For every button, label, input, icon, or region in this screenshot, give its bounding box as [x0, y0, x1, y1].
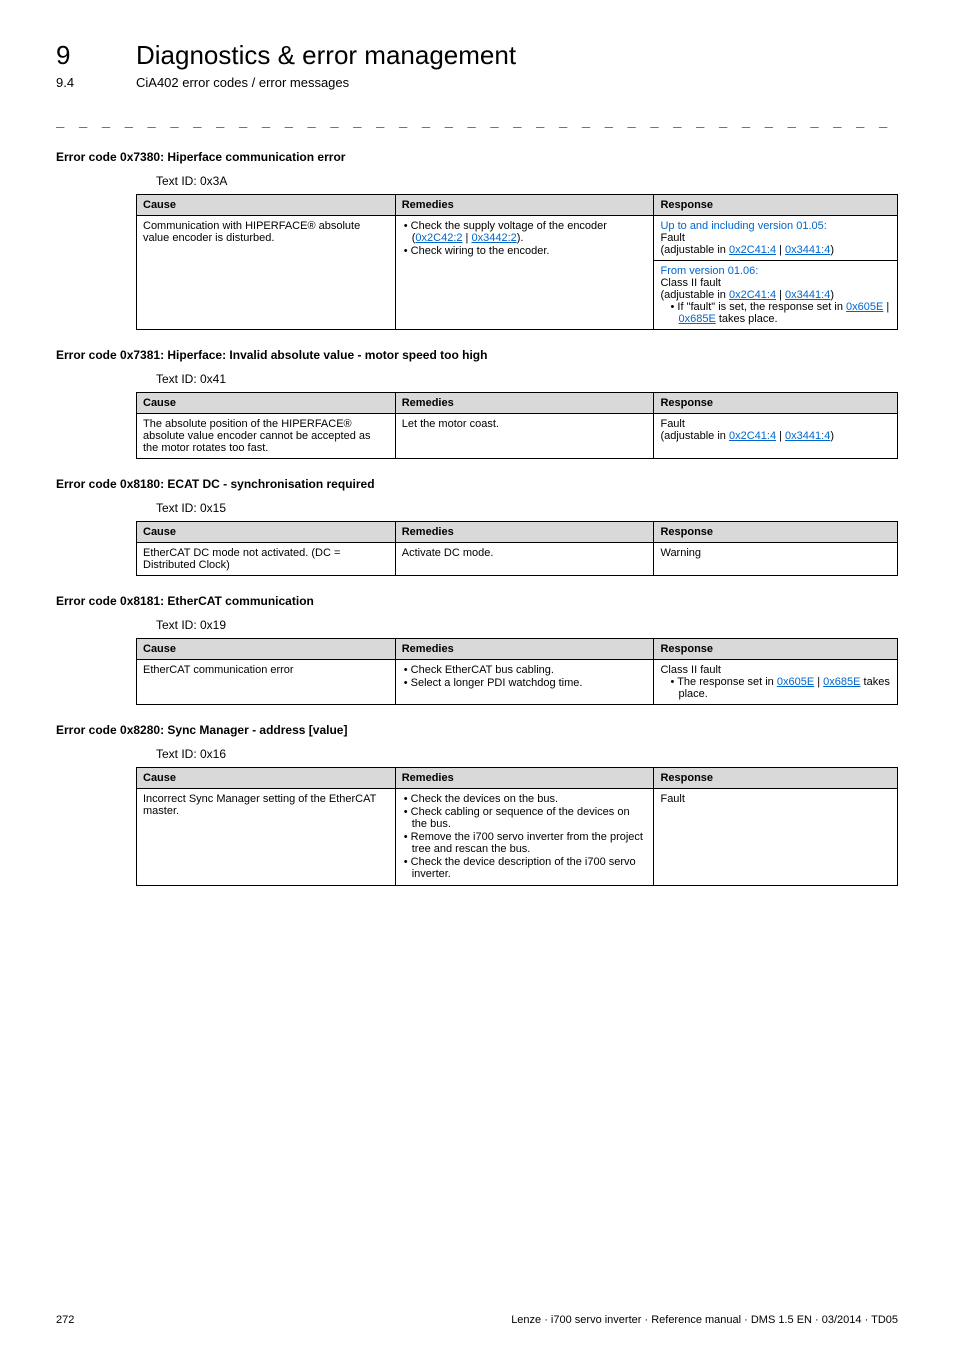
remedy-text: Check the device description of the i700…	[411, 856, 636, 880]
response-text: )	[830, 430, 834, 442]
cell-cause: Incorrect Sync Manager setting of the Et…	[137, 789, 396, 886]
response-bullet: If "fault" is set, the response set in	[677, 301, 846, 313]
th-cause: Cause	[137, 639, 396, 660]
text-id: Text ID: 0x19	[156, 618, 898, 632]
error-table: Cause Remedies Response The absolute pos…	[136, 392, 898, 459]
response-text: Class II fault	[660, 277, 721, 289]
th-cause: Cause	[137, 195, 396, 216]
link[interactable]: 0x3441:4	[785, 289, 830, 301]
response-version: From version 01.06:	[660, 265, 758, 277]
error-title: Error code 0x8280: Sync Manager - addres…	[56, 723, 898, 737]
cell-cause: Communication with HIPERFACE® absolute v…	[137, 216, 396, 330]
th-response: Response	[654, 639, 898, 660]
remedy-text: Check the devices on the bus.	[411, 793, 558, 805]
footer-info: Lenze · i700 servo inverter · Reference …	[511, 1314, 898, 1326]
error-title: Error code 0x7381: Hiperface: Invalid ab…	[56, 348, 898, 362]
th-remedies: Remedies	[395, 639, 654, 660]
response-bullet: The response set in	[677, 676, 777, 688]
remedy-text: Check EtherCAT bus cabling.	[411, 664, 554, 676]
link[interactable]: 0x3441:4	[785, 430, 830, 442]
remedy-text: Select a longer PDI watchdog time.	[411, 677, 583, 689]
link[interactable]: 0x2C42:2	[415, 232, 462, 244]
th-remedies: Remedies	[395, 522, 654, 543]
response-text: (adjustable in	[660, 289, 729, 301]
th-response: Response	[654, 195, 898, 216]
error-title: Error code 0x7380: Hiperface communicati…	[56, 150, 898, 164]
remedy-text: Remove the i700 servo inverter from the …	[411, 831, 643, 855]
th-response: Response	[654, 522, 898, 543]
error-title: Error code 0x8180: ECAT DC - synchronisa…	[56, 477, 898, 491]
link[interactable]: 0x2C41:4	[729, 289, 776, 301]
th-remedies: Remedies	[395, 195, 654, 216]
cell-cause: EtherCAT communication error	[137, 660, 396, 705]
th-remedies: Remedies	[395, 768, 654, 789]
text-id: Text ID: 0x15	[156, 501, 898, 515]
th-remedies: Remedies	[395, 393, 654, 414]
response-text: )	[830, 244, 834, 256]
link[interactable]: 0x2C41:4	[729, 244, 776, 256]
separator: _ _ _ _ _ _ _ _ _ _ _ _ _ _ _ _ _ _ _ _ …	[56, 112, 898, 128]
chapter-title: Diagnostics & error management	[136, 40, 516, 71]
chapter-number: 9	[56, 40, 136, 71]
link[interactable]: 0x3442:2	[471, 232, 516, 244]
th-cause: Cause	[137, 768, 396, 789]
response-text: Fault	[660, 418, 684, 430]
th-cause: Cause	[137, 393, 396, 414]
cell-remedies: Check the devices on the bus. Check cabl…	[395, 789, 654, 886]
response-text: )	[830, 289, 834, 301]
response-text: (adjustable in	[660, 244, 729, 256]
remedy-text: Check wiring to the encoder.	[411, 245, 550, 257]
th-response: Response	[654, 768, 898, 789]
link[interactable]: 0x685E	[823, 676, 860, 688]
error-table: Cause Remedies Response Incorrect Sync M…	[136, 767, 898, 886]
cell-remedies: Activate DC mode.	[395, 543, 654, 576]
cell-cause: EtherCAT DC mode not activated. (DC = Di…	[137, 543, 396, 576]
cell-response: Fault (adjustable in 0x2C41:4 | 0x3441:4…	[654, 414, 898, 459]
cell-response: From version 01.06: Class II fault (adju…	[654, 261, 898, 330]
link[interactable]: 0x685E	[678, 313, 715, 325]
cell-remedies: Let the motor coast.	[395, 414, 654, 459]
section-number: 9.4	[56, 75, 136, 90]
cell-remedies: Check the supply voltage of the encoder …	[395, 216, 654, 330]
link[interactable]: 0x3441:4	[785, 244, 830, 256]
th-cause: Cause	[137, 522, 396, 543]
text-id: Text ID: 0x3A	[156, 174, 898, 188]
th-response: Response	[654, 393, 898, 414]
text-id: Text ID: 0x41	[156, 372, 898, 386]
error-title: Error code 0x8181: EtherCAT communicatio…	[56, 594, 898, 608]
response-text: (adjustable in	[660, 430, 729, 442]
error-table: Cause Remedies Response EtherCAT communi…	[136, 638, 898, 705]
response-text: Class II fault	[660, 664, 721, 676]
section-title: CiA402 error codes / error messages	[136, 75, 349, 90]
remedy-text: ).	[517, 232, 524, 244]
response-text: Fault	[660, 232, 684, 244]
response-bullet: takes place.	[716, 313, 778, 325]
error-table: Cause Remedies Response EtherCAT DC mode…	[136, 521, 898, 576]
link[interactable]: 0x605E	[777, 676, 814, 688]
cell-response: Up to and including version 01.05: Fault…	[654, 216, 898, 261]
cell-remedies: Check EtherCAT bus cabling. Select a lon…	[395, 660, 654, 705]
text-id: Text ID: 0x16	[156, 747, 898, 761]
error-table: Cause Remedies Response Communication wi…	[136, 194, 898, 330]
cell-response: Class II fault The response set in 0x605…	[654, 660, 898, 705]
cell-cause: The absolute position of the HIPERFACE® …	[137, 414, 396, 459]
link[interactable]: 0x2C41:4	[729, 430, 776, 442]
cell-response: Fault	[654, 789, 898, 886]
link[interactable]: 0x605E	[846, 301, 883, 313]
remedy-text: Check cabling or sequence of the devices…	[411, 806, 630, 830]
response-version: Up to and including version 01.05:	[660, 220, 826, 232]
cell-response: Warning	[654, 543, 898, 576]
page-number: 272	[56, 1314, 74, 1326]
